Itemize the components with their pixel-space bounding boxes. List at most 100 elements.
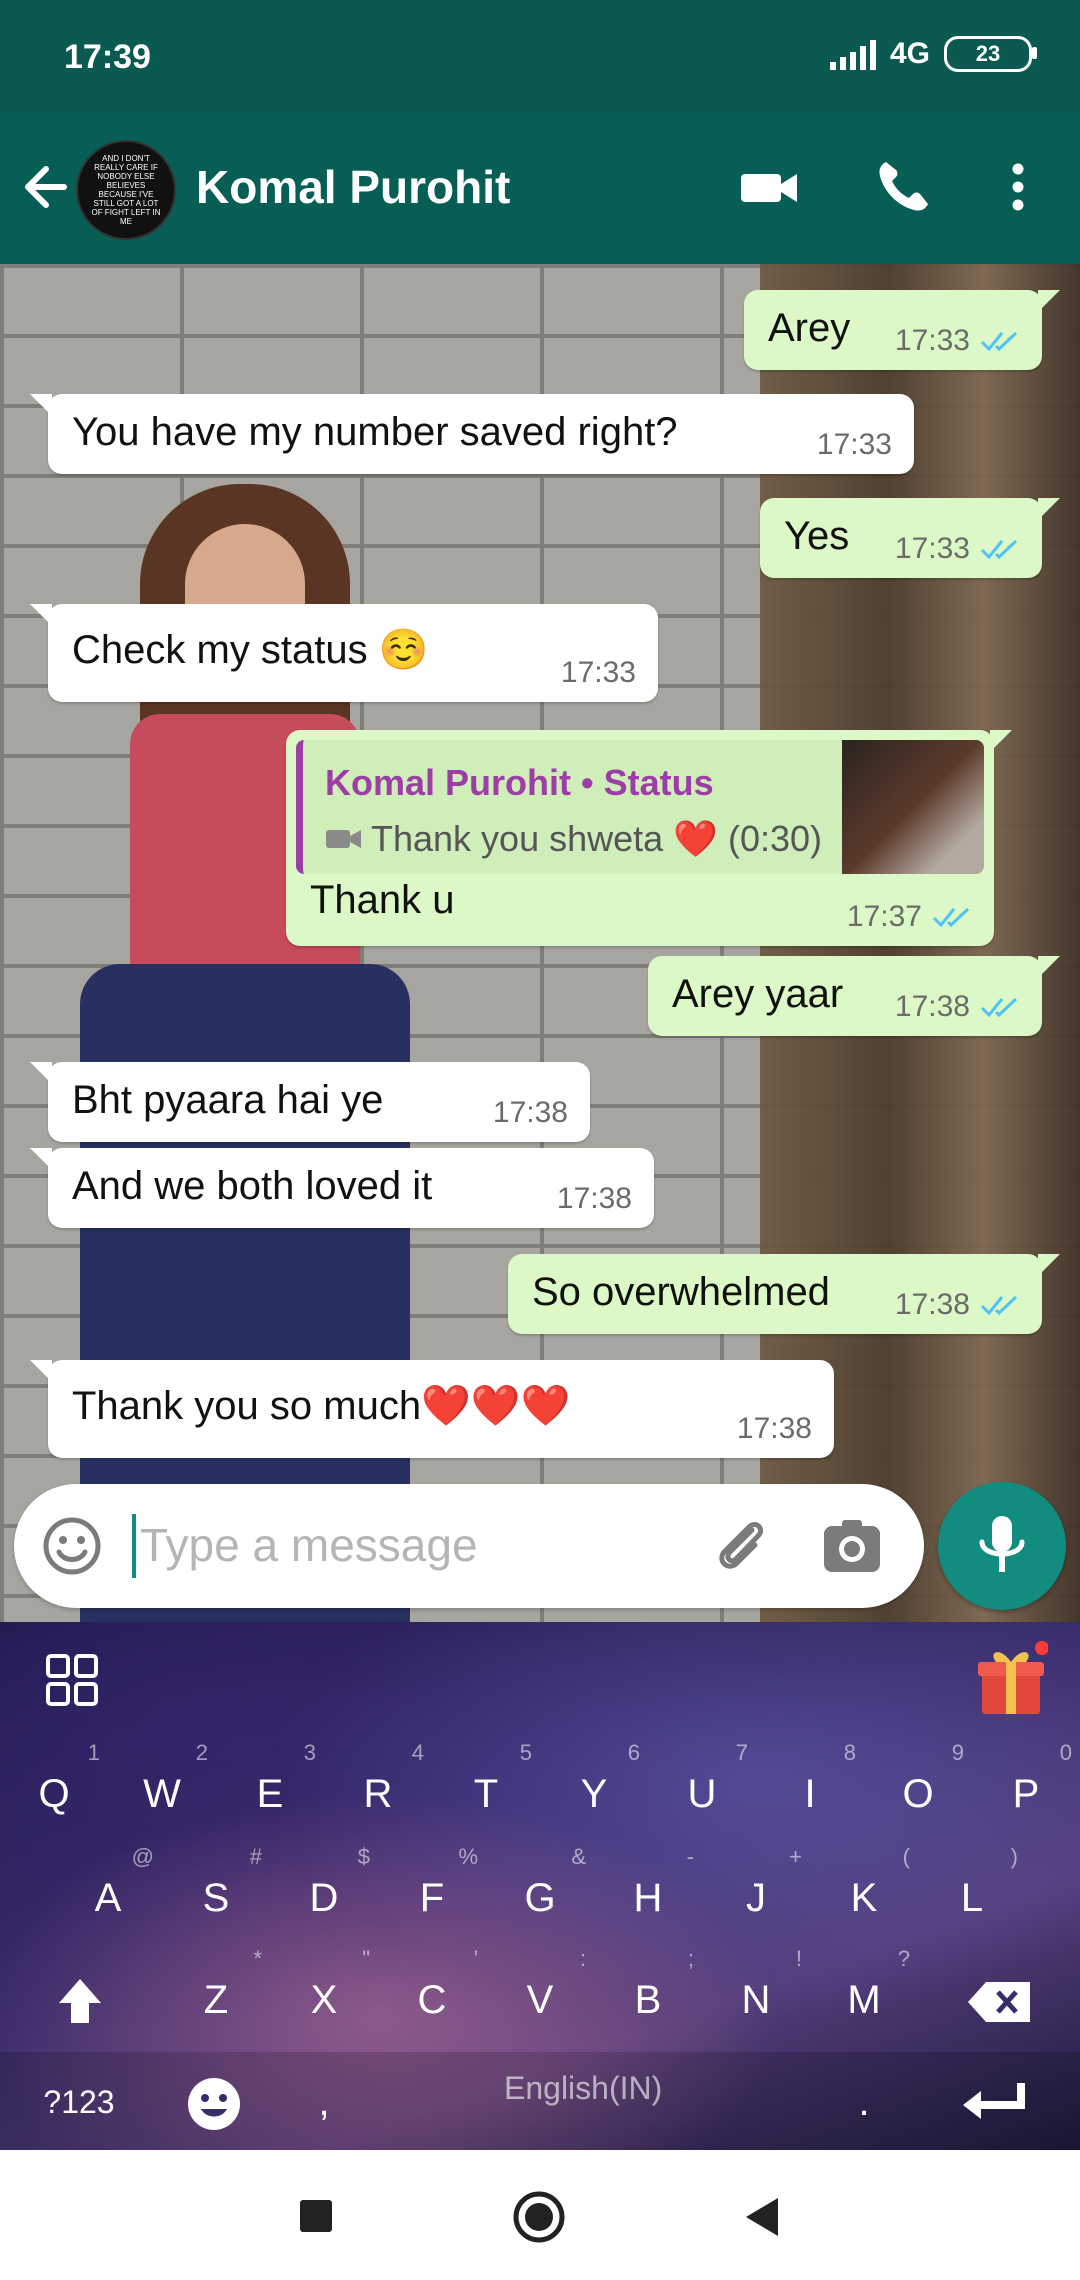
double-tick-icon xyxy=(980,539,1018,560)
chat-header: AND I DON'T REALLY CARE IF NOBODY ELSE B… xyxy=(0,112,1080,264)
key-i[interactable]: I8 xyxy=(756,1740,864,1844)
key-h[interactable]: H- xyxy=(594,1844,702,1948)
system-navigation-bar xyxy=(0,2150,1080,2280)
message-text: Thank you so much❤️❤️❤️ xyxy=(72,1384,571,1428)
message-incoming[interactable]: Check my status ☺️ 17:33 xyxy=(30,604,658,702)
key-r[interactable]: R4 xyxy=(324,1740,432,1844)
key-x[interactable]: X " xyxy=(270,1946,378,2050)
enter-icon xyxy=(963,2083,1025,2120)
key-d[interactable]: D $ xyxy=(270,1844,378,1948)
key-q[interactable]: Q1 xyxy=(0,1740,108,1844)
message-outgoing[interactable]: Arey yaar 17:38 xyxy=(648,956,1060,1036)
comma-key[interactable]: , xyxy=(270,2052,378,2152)
message-meta: 17:37 xyxy=(847,900,972,934)
symbols-key[interactable]: ?123 xyxy=(24,2052,134,2152)
message-text: Bht pyaara hai ye xyxy=(72,1078,384,1122)
key-m[interactable]: M? xyxy=(810,1946,918,2050)
message-meta: 17:33 xyxy=(817,428,892,462)
emoji-icon[interactable] xyxy=(40,1514,104,1578)
message-incoming[interactable]: Thank you so much❤️❤️❤️ 17:38 xyxy=(30,1360,834,1458)
quoted-author: Komal Purohit • Status xyxy=(325,762,714,803)
message-outgoing-reply[interactable]: Komal Purohit • Status Thank you shweta … xyxy=(286,730,1012,946)
enter-key[interactable] xyxy=(940,2052,1048,2152)
message-composer[interactable]: Type a message xyxy=(14,1484,924,1608)
home-circle-icon[interactable] xyxy=(512,2190,566,2244)
more-options-icon[interactable] xyxy=(983,152,1053,222)
key-s[interactable]: S # xyxy=(162,1844,270,1948)
message-incoming[interactable]: Bht pyaara hai ye 17:38 xyxy=(30,1062,590,1142)
voice-call-icon[interactable] xyxy=(868,152,938,222)
message-time: 17:33 xyxy=(560,656,636,689)
period-key[interactable]: . xyxy=(810,2052,918,2152)
message-text: Yes xyxy=(784,514,850,558)
contact-name[interactable]: Komal Purohit xyxy=(196,160,510,214)
avatar-text: AND I DON'T REALLY CARE IF NOBODY ELSE B… xyxy=(91,154,161,226)
message-outgoing[interactable]: Yes 17:33 xyxy=(760,498,1060,578)
key-v[interactable]: V: xyxy=(486,1946,594,2050)
key-w[interactable]: W2 xyxy=(108,1740,216,1844)
voice-record-button[interactable] xyxy=(938,1482,1066,1610)
key-o[interactable]: O9 xyxy=(864,1740,972,1844)
quoted-subtitle-row: Thank you shweta ❤️ (0:30) xyxy=(325,818,822,860)
key-t[interactable]: T5 xyxy=(432,1740,540,1844)
recents-square-icon[interactable] xyxy=(296,2196,336,2236)
message-incoming[interactable]: You have my number saved right? 17:33 xyxy=(30,394,914,474)
message-outgoing[interactable]: Arey 17:33 xyxy=(744,290,1060,370)
contact-avatar[interactable]: AND I DON'T REALLY CARE IF NOBODY ELSE B… xyxy=(76,140,176,240)
message-time: 17:38 xyxy=(736,1412,812,1445)
message-input[interactable]: Type a message xyxy=(140,1518,478,1572)
backspace-icon xyxy=(968,1982,1030,2023)
emoji-icon xyxy=(188,2078,240,2131)
key-y[interactable]: Y6 xyxy=(540,1740,648,1844)
back-arrow-icon[interactable] xyxy=(18,152,78,222)
chat-area[interactable]: Arey 17:33 You have my number saved righ… xyxy=(0,264,1080,1624)
backspace-key[interactable] xyxy=(946,1950,1054,2050)
shift-key[interactable] xyxy=(26,1950,134,2050)
message-time: 17:33 xyxy=(816,428,892,461)
key-c[interactable]: C ' xyxy=(378,1946,486,2050)
message-meta: 17:33 xyxy=(895,532,1020,566)
video-icon xyxy=(326,830,361,848)
key-n[interactable]: N! xyxy=(702,1946,810,2050)
key-l[interactable]: L) xyxy=(918,1844,1026,1948)
key-b[interactable]: B; xyxy=(594,1946,702,2050)
camera-icon[interactable] xyxy=(820,1514,884,1578)
key-g[interactable]: G & xyxy=(486,1844,594,1948)
gift-icon[interactable] xyxy=(976,1640,1048,1720)
key-z[interactable]: Z * xyxy=(162,1946,270,2050)
space-bar-label: English(IN) xyxy=(504,2070,663,2106)
key-k[interactable]: K( xyxy=(810,1844,918,1948)
key-p[interactable]: P0 xyxy=(972,1740,1080,1844)
message-meta: 17:33 xyxy=(561,656,636,690)
space-bar[interactable]: English(IN) xyxy=(378,2052,796,2150)
attachment-icon[interactable] xyxy=(708,1512,774,1578)
back-triangle-icon[interactable] xyxy=(740,2194,784,2240)
message-text: So overwhelmed xyxy=(532,1270,830,1314)
message-incoming[interactable]: And we both loved it 17:38 xyxy=(30,1148,654,1228)
key-u[interactable]: U7 xyxy=(648,1740,756,1844)
message-meta: 17:38 xyxy=(557,1182,632,1216)
key-j[interactable]: J + xyxy=(702,1844,810,1948)
signal-icon xyxy=(829,38,876,70)
double-tick-icon xyxy=(980,997,1018,1018)
message-time: 17:38 xyxy=(556,1182,632,1215)
key-a[interactable]: A @ xyxy=(54,1844,162,1948)
message-outgoing[interactable]: So overwhelmed 17:38 xyxy=(508,1254,1060,1334)
emoji-key[interactable] xyxy=(160,2052,268,2152)
message-text: Thank u xyxy=(310,878,455,922)
network-type: 4G xyxy=(889,37,930,70)
quoted-status[interactable]: Komal Purohit • Status Thank you shweta … xyxy=(296,740,984,874)
message-text: You have my number saved right? xyxy=(72,410,678,454)
double-tick-icon xyxy=(980,331,1018,352)
apps-grid-icon[interactable] xyxy=(44,1652,100,1708)
message-time: 17:33 xyxy=(894,532,970,565)
message-meta: 17:38 xyxy=(737,1412,812,1446)
message-time: 17:37 xyxy=(846,900,922,933)
video-call-icon[interactable] xyxy=(735,152,805,222)
message-meta: 17:38 xyxy=(895,990,1020,1024)
message-text: Arey yaar xyxy=(672,972,844,1016)
quoted-subtitle: Thank you shweta ❤️ (0:30) xyxy=(371,818,823,859)
battery-icon: 23 xyxy=(944,36,1037,72)
key-e[interactable]: E3 xyxy=(216,1740,324,1844)
key-f[interactable]: F% xyxy=(378,1844,486,1948)
